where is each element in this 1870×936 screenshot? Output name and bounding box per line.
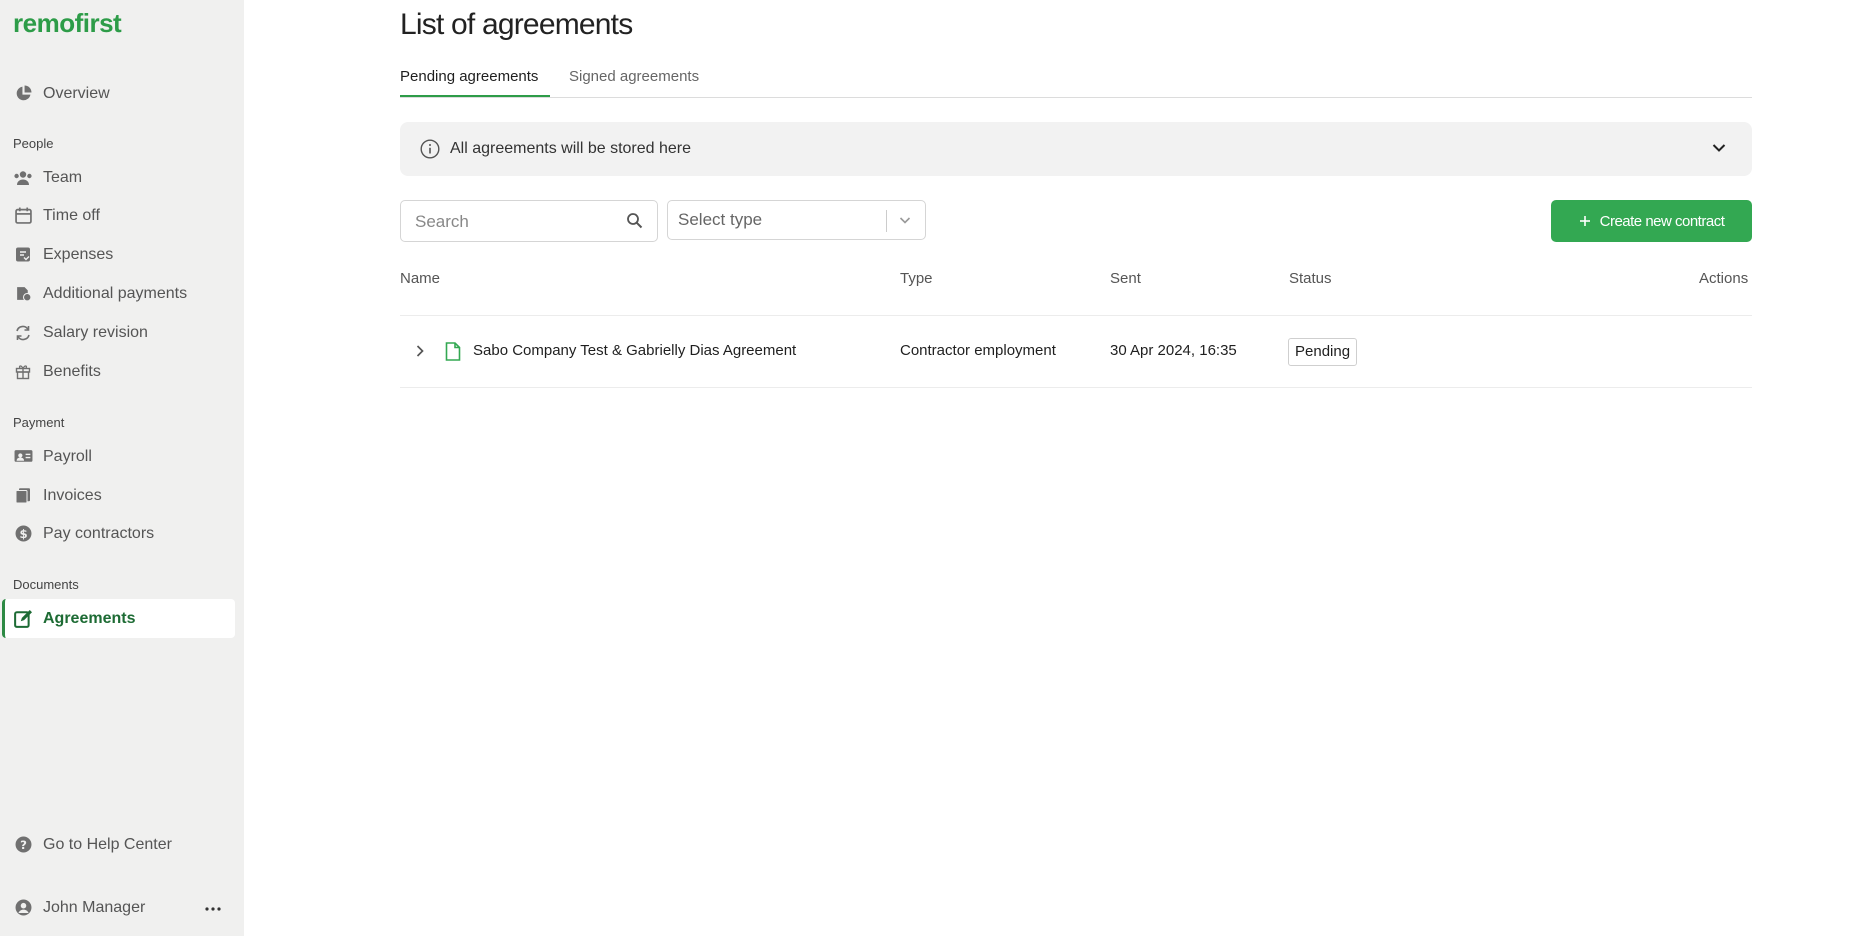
search-input[interactable] [413,209,617,235]
info-icon [420,139,440,164]
sidebar-item-overview[interactable]: Overview [2,74,235,113]
dollar-icon: $ [13,524,33,544]
sidebar-item-label: Overview [43,84,110,102]
agreement-sent: 30 Apr 2024, 16:35 [1110,342,1237,359]
invoice-icon [13,486,33,506]
tab-pending-agreements[interactable]: Pending agreements [400,68,551,97]
column-header-actions: Actions [1699,270,1749,287]
pie-chart-icon [13,84,33,104]
type-select-placeholder: Select type [678,210,763,229]
sidebar-item-pay-contractors[interactable]: $ Pay contractors [2,514,235,553]
svg-text:$: $ [19,527,27,541]
column-header-status: Status [1289,270,1332,287]
info-banner[interactable]: All agreements will be stored here [400,122,1752,176]
create-new-contract-label: Create new contract [1599,212,1725,230]
sidebar-item-label: Expenses [43,245,114,263]
sidebar-item-label: Salary revision [43,323,148,341]
agreement-name[interactable]: Sabo Company Test & Gabrielly Dias Agree… [473,342,796,359]
sidebar-item-label: Invoices [43,486,102,504]
tab-signed-agreements[interactable]: Signed agreements [569,68,699,96]
sidebar-item-label: Additional payments [43,284,188,302]
sidebar-item-team[interactable]: Team [2,158,235,197]
edit-document-icon [13,609,33,629]
create-new-contract-button[interactable]: Create new contract [1551,200,1752,242]
document-icon [445,342,461,366]
status-badge: Pending [1288,338,1358,366]
table-row[interactable]: Sabo Company Test & Gabrielly Dias Agree… [400,315,1752,388]
select-separator [886,210,887,232]
search-icon[interactable] [626,212,644,235]
column-header-type: Type [900,270,933,287]
svg-text:?: ? [20,838,27,852]
refresh-icon [13,323,33,343]
money-docs-icon [13,284,33,304]
sidebar-item-label: Agreements [43,609,136,627]
sidebar-item-label: Payroll [43,447,92,465]
type-select[interactable]: Select type [667,200,926,240]
section-label-payment: Payment [13,415,65,430]
sidebar-item-additional-payments[interactable]: Additional payments [2,274,235,313]
sidebar-item-time-off[interactable]: Time off [2,196,235,235]
sidebar-item-payroll[interactable]: Payroll [2,437,235,476]
help-center-link[interactable]: ? Go to Help Center [2,825,235,864]
sidebar-item-label: Pay contractors [43,524,155,542]
user-profile[interactable]: John Manager [2,888,192,927]
search-box [400,200,658,242]
calendar-icon [13,206,33,226]
sidebar-item-label: Team [43,168,83,186]
remofirst-logo[interactable]: remofirst [13,8,122,39]
receipt-icon [13,245,33,265]
agreement-tabs: Pending agreements Signed agreements [400,64,1752,98]
sidebar-item-agreements[interactable]: Agreements [2,599,235,638]
section-label-documents: Documents [13,577,79,592]
question-icon: ? [13,835,33,855]
sidebar-item-label: Benefits [43,362,101,380]
sidebar-item-label: Time off [43,206,100,224]
column-header-name: Name [400,270,441,287]
agreement-type: Contractor employment [900,342,1056,359]
page-title: List of agreements [400,8,633,41]
chevron-down-icon[interactable] [898,213,912,232]
help-center-label: Go to Help Center [43,835,172,853]
chevron-right-icon[interactable] [414,344,426,363]
column-header-sent: Sent [1110,270,1141,287]
sidebar-item-benefits[interactable]: Benefits [2,352,235,391]
user-name: John Manager [43,898,146,916]
users-icon [13,168,33,188]
chevron-down-icon[interactable] [1711,140,1727,161]
sidebar-item-expenses[interactable]: Expenses [2,235,235,274]
payroll-icon [13,447,33,467]
sidebar-item-invoices[interactable]: Invoices [2,476,235,515]
sidebar-item-salary-revision[interactable]: Salary revision [2,313,235,352]
more-options-icon[interactable] [203,899,223,919]
sidebar: remofirst Overview People Team Time off … [0,0,244,936]
user-avatar-icon [13,898,33,918]
info-text: All agreements will be stored here [450,140,692,157]
plus-icon [1579,215,1591,227]
section-label-people: People [13,136,54,151]
gift-icon [13,362,33,382]
